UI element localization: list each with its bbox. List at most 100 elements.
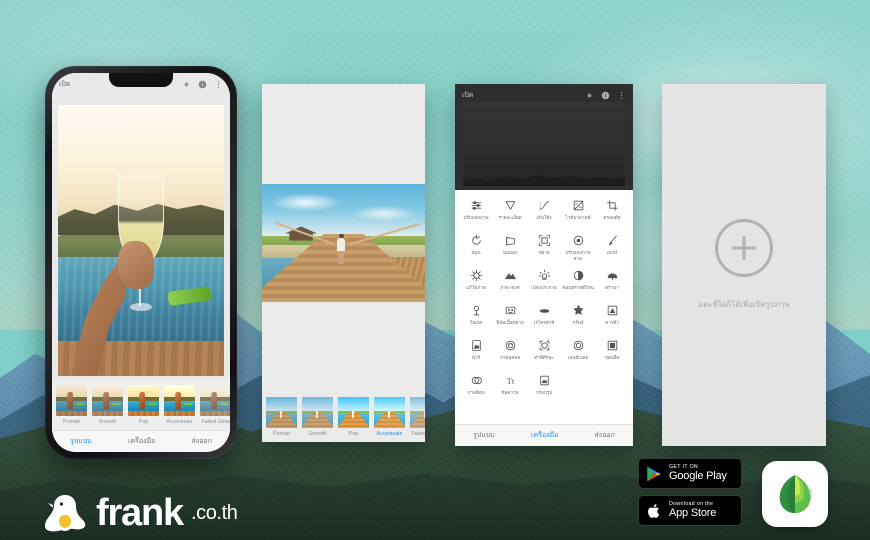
- filter-label: Smooth: [98, 419, 117, 425]
- crop-icon: [606, 199, 619, 212]
- tool-label: แปรง: [606, 250, 618, 255]
- tool-item-text[interactable]: Tt ข้อความ: [493, 374, 527, 409]
- tool-label: แก้ไขภาพ: [466, 285, 486, 290]
- dimmed-photo: [463, 102, 625, 186]
- phone-mockup-empty-state[interactable]: แตะที่ใดก็ได้เพื่อเปิดรูปภาพ: [662, 84, 826, 446]
- nav-tools[interactable]: เครื่องมือ: [531, 430, 558, 441]
- tool-item-portrait[interactable]: ภาพบุคคล: [493, 339, 527, 374]
- tool-item-drama[interactable]: ดราม่า: [595, 269, 629, 304]
- tool-label: เปล่งประกาย: [531, 285, 557, 290]
- grainyfilm-icon: [504, 304, 517, 317]
- tool-label: ฟิล์มเนื้อหยาบ: [496, 320, 524, 325]
- tune-icon[interactable]: [182, 80, 191, 89]
- tool-item-whitebalance[interactable]: ไวท์บาลานซ์: [561, 199, 595, 234]
- tool-label: ขยาย: [538, 250, 550, 255]
- tool-item-tonalcontrast[interactable]: คอนทราสต์โทน: [561, 269, 595, 304]
- phone2-filter-strip[interactable]: Portrait Smooth Pop Accentuate Faded Glo…: [262, 392, 425, 442]
- more-vert-icon[interactable]: [617, 91, 626, 100]
- phone1-screen: เปิด Portrait Smooth Pop Accentuate Fade…: [52, 73, 230, 452]
- filter-item[interactable]: Portrait: [265, 397, 298, 437]
- tool-item-curves[interactable]: เส้นโค้ง: [527, 199, 561, 234]
- filter-item-active[interactable]: Accentuate: [373, 397, 406, 437]
- filter-thumbnail: [128, 385, 159, 416]
- phone1-bottom-nav[interactable]: รูปแบบ เครื่องมือ ส่งออก: [52, 430, 230, 452]
- more-vert-icon[interactable]: [214, 80, 223, 89]
- tool-label: กรอบรูป: [535, 390, 553, 395]
- tool-label: ไวท์บาลานซ์: [565, 215, 591, 220]
- phone1-photo-canvas[interactable]: [52, 95, 230, 380]
- nav-styles[interactable]: รูปแบบ: [473, 430, 495, 441]
- tool-item-frames[interactable]: กรอบรูป: [527, 374, 561, 409]
- tools-grid[interactable]: ปรับแต่งภาพ รายละเอียด เส้นโค้ง ไวท์บาลานซ์…: [455, 190, 633, 424]
- tool-item-headpose[interactable]: ท่าทีศีรษะ: [527, 339, 561, 374]
- filter-item[interactable]: Portrait: [55, 385, 88, 425]
- tool-item-grunge[interactable]: กรันจ์: [561, 304, 595, 339]
- lensblur-icon: [572, 339, 585, 352]
- tool-item-expand[interactable]: ขยาย: [527, 234, 561, 269]
- filter-thumbnail: [164, 385, 195, 416]
- tool-label: มุมมอง: [502, 250, 518, 255]
- filter-item[interactable]: Pop: [127, 385, 160, 425]
- tool-item-hdr[interactable]: ภาพ HDR: [493, 269, 527, 304]
- info-icon[interactable]: [198, 80, 207, 89]
- filter-item[interactable]: Smooth: [301, 397, 334, 437]
- tool-item-perspective[interactable]: มุมมอง: [493, 234, 527, 269]
- tool-item-noirframe[interactable]: นัวร์: [459, 339, 493, 374]
- tool-item-healing[interactable]: แก้ไขภาพ: [459, 269, 493, 304]
- snapseed-leaf-icon: [772, 471, 818, 517]
- open-label[interactable]: เปิด: [462, 90, 585, 101]
- rotate-icon: [470, 234, 483, 247]
- filter-thumbnail: [56, 385, 87, 416]
- filter-item[interactable]: Faded Glow: [409, 397, 425, 437]
- tool-label: หมุน: [471, 250, 481, 255]
- phone-mockup-styles: เปิด Portrait Smooth Pop Accentuate Fade…: [45, 66, 237, 459]
- tool-item-glamourglow[interactable]: เปล่งประกาย: [527, 269, 561, 304]
- tool-item-rotate[interactable]: หมุน: [459, 234, 493, 269]
- filter-item[interactable]: Pop: [337, 397, 370, 437]
- filter-thumbnail: [302, 397, 333, 428]
- filter-item[interactable]: Faded Glow: [199, 385, 230, 425]
- tool-item-doubleexposure[interactable]: ภาพซ้อน: [459, 374, 493, 409]
- tool-item-retrolux[interactable]: เรโทรลักซ์: [527, 304, 561, 339]
- filter-item[interactable]: Smooth: [91, 385, 124, 425]
- tool-item-lensblur[interactable]: เลนส์เบลอ: [561, 339, 595, 374]
- nav-styles[interactable]: รูปแบบ: [70, 436, 92, 447]
- phone2-photo-canvas[interactable]: [262, 184, 425, 302]
- tonalcontrast-icon: [572, 269, 585, 282]
- filter-item[interactable]: Accentuate: [163, 385, 196, 425]
- google-play-badge[interactable]: GET IT ON Google Play: [638, 458, 742, 489]
- brand-name: frank: [96, 492, 184, 534]
- tool-label: ข้อความ: [501, 390, 519, 395]
- selective-icon: [572, 234, 585, 247]
- tool-item-selective[interactable]: ปรับแต่งภาพสาม: [561, 234, 595, 269]
- snapseed-app-icon[interactable]: [762, 461, 828, 527]
- filter-label: Accentuate: [376, 431, 403, 437]
- info-icon[interactable]: [601, 91, 610, 100]
- brand-logo[interactable]: frank .co.th: [42, 492, 238, 534]
- nav-tools[interactable]: เครื่องมือ: [128, 436, 155, 447]
- phone3-photo-canvas-dim[interactable]: เปิด: [455, 84, 633, 190]
- store-badges: GET IT ON Google Play Download on the Ap…: [638, 458, 742, 532]
- penguin-icon: [42, 492, 88, 534]
- filter-thumbnail: [266, 397, 297, 428]
- filter-thumbnail: [410, 397, 425, 428]
- tool-item-vintage[interactable]: วินเทจ: [459, 304, 493, 339]
- tool-item-brush[interactable]: แปรง: [595, 234, 629, 269]
- tool-item-vignette[interactable]: ขอบมืด: [595, 339, 629, 374]
- tool-item-grainyfilm[interactable]: ฟิล์มเนื้อหยาบ: [493, 304, 527, 339]
- tool-item-crop[interactable]: ครอบตัด: [595, 199, 629, 234]
- filter-thumbnail: [374, 397, 405, 428]
- plus-circle-icon[interactable]: [715, 219, 773, 277]
- tool-item-details[interactable]: รายละเอียด: [493, 199, 527, 234]
- phone3-bottom-nav[interactable]: รูปแบบ เครื่องมือ ส่งออก: [455, 424, 633, 446]
- phone1-filter-strip[interactable]: Portrait Smooth Pop Accentuate Faded Glo…: [52, 380, 230, 430]
- whitebalance-icon: [572, 199, 585, 212]
- tool-item-tune[interactable]: ปรับแต่งภาพ: [459, 199, 493, 234]
- nav-export[interactable]: ส่งออก: [192, 436, 212, 447]
- app-store-badge[interactable]: Download on the App Store: [638, 495, 742, 526]
- tool-item-blackwhite[interactable]: ขาวดำ: [595, 304, 629, 339]
- tool-label: ภาพบุคคล: [499, 355, 521, 360]
- tune-icon[interactable]: [585, 91, 594, 100]
- tool-label: ครอบตัด: [603, 215, 621, 220]
- nav-export[interactable]: ส่งออก: [595, 430, 615, 441]
